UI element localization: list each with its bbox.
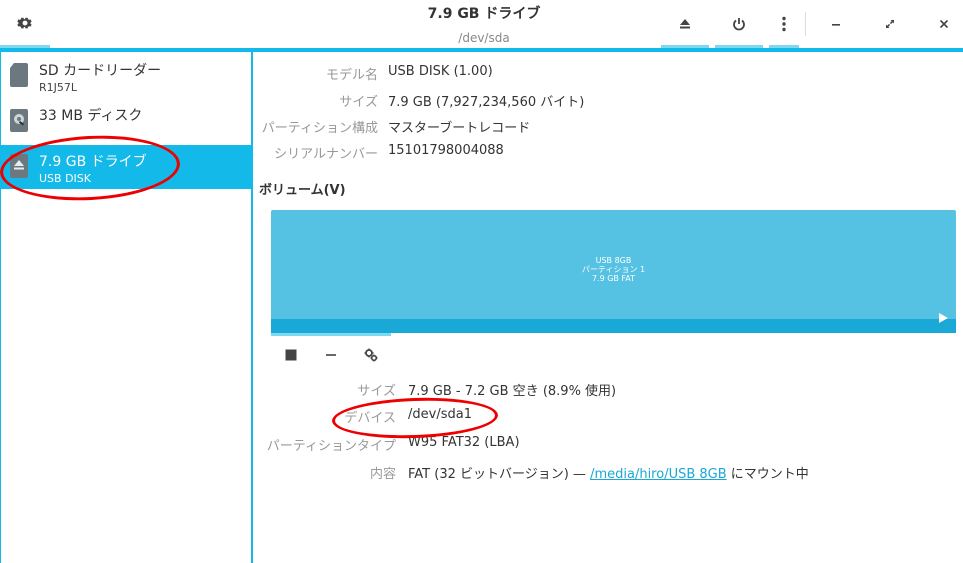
usb-drive-icon <box>10 154 28 178</box>
partition-size-row: サイズ <box>253 380 396 402</box>
maximize-icon <box>886 20 894 28</box>
stop-icon <box>285 349 297 361</box>
eject-button[interactable] <box>661 0 709 48</box>
mount-point-link[interactable]: /media/hiro/USB 8GB <box>590 467 727 482</box>
contents-filesystem: FAT (32 ビットバージョン) — <box>408 467 591 482</box>
size-label: サイズ <box>339 95 378 110</box>
partition-contents-label: 内容 <box>369 467 396 482</box>
minimize-icon <box>832 24 840 26</box>
sidebar-item-7-9gb-drive[interactable]: 7.9 GB ドライブ USB DISK <box>0 145 251 189</box>
maximize-button[interactable] <box>875 0 905 48</box>
settings-button[interactable] <box>0 0 50 48</box>
model-row: モデル名 <box>253 64 378 86</box>
partition-block-label: USB 8GB パーティション 1 7.9 GB FAT <box>271 256 956 283</box>
unmount-button[interactable] <box>280 344 302 366</box>
partitioning-value: マスターブートレコード <box>388 121 531 136</box>
minus-icon <box>326 354 336 356</box>
serial-value: 15101798004088 <box>388 143 504 158</box>
partition-contents-value: FAT (32 ビットバージョン) — /media/hiro/USB 8GB … <box>408 463 809 482</box>
minimize-button[interactable] <box>821 0 851 48</box>
partition-type-value: W95 FAT32 (LBA) <box>408 435 520 450</box>
partition-block-number: パーティション 1 <box>581 265 646 274</box>
gears-icon <box>364 348 378 362</box>
partition-type-row: パーティションタイプ <box>253 435 396 457</box>
eject-icon <box>680 19 690 29</box>
partition-device-value: /dev/sda1 <box>408 407 472 422</box>
partitioning-label: パーティション構成 <box>261 121 378 136</box>
model-value: USB DISK (1.00) <box>388 64 493 79</box>
partition-type-label: パーティションタイプ <box>266 439 396 454</box>
header-separator <box>805 12 806 36</box>
power-off-button[interactable] <box>715 0 763 48</box>
power-icon <box>733 18 745 31</box>
device-sidebar: SD カードリーダー R1J57L 33 MB ディスク 7.9 GB ドライブ… <box>0 52 251 563</box>
selected-partition-indicator <box>271 333 391 336</box>
sidebar-item-33mb-disk[interactable]: 33 MB ディスク <box>0 99 251 143</box>
play-icon[interactable] <box>936 311 950 325</box>
partition-size-label: サイズ <box>357 384 396 399</box>
sidebar-item-sublabel: USB DISK <box>39 172 91 185</box>
disk-icon <box>10 109 28 132</box>
sidebar-item-label: 33 MB ディスク <box>39 108 143 124</box>
window-title: 7.9 GB ドライブ <box>427 6 541 22</box>
partition-size-value: 7.9 GB - 7.2 GB 空き (8.9% 使用) <box>408 384 617 399</box>
close-button[interactable] <box>929 0 959 48</box>
more-options-button[interactable] <box>769 0 799 48</box>
partition-block[interactable]: USB 8GB パーティション 1 7.9 GB FAT <box>271 210 956 333</box>
window-title-area: 7.9 GB ドライブ /dev/sda <box>284 5 684 47</box>
drive-details-panel: モデル名 USB DISK (1.00) サイズ 7.9 GB (7,927,2… <box>253 52 963 563</box>
size-value: 7.9 GB (7,927,234,560 バイト) <box>388 95 585 110</box>
gear-icon <box>17 17 32 29</box>
partition-device-label: デバイス <box>344 411 396 426</box>
partition-block-size: 7.9 GB FAT <box>591 274 636 283</box>
partition-block-name: USB 8GB <box>595 256 632 265</box>
close-icon <box>939 19 949 29</box>
partition-contents-row: 内容 <box>253 463 396 485</box>
volumes-heading: ボリューム(V) <box>259 183 346 198</box>
partitioning-row: パーティション構成 <box>253 117 378 139</box>
model-label: モデル名 <box>325 68 378 83</box>
sidebar-item-label: SD カードリーダー <box>39 63 162 79</box>
sidebar-item-label: 7.9 GB ドライブ <box>39 154 147 170</box>
sd-card-icon <box>10 63 28 87</box>
partition-options-button[interactable] <box>360 344 382 366</box>
serial-label: シリアルナンバー <box>274 147 378 162</box>
sidebar-left-border <box>0 52 1 563</box>
sidebar-item-sd-card-reader[interactable]: SD カードリーダー R1J57L <box>0 54 251 98</box>
window-subtitle: /dev/sda <box>458 31 510 45</box>
serial-row: シリアルナンバー <box>253 143 378 165</box>
more-vert-icon <box>782 16 786 32</box>
delete-partition-button[interactable] <box>320 344 342 366</box>
partition-device-row: デバイス <box>253 407 396 429</box>
contents-mount-status: にマウント中 <box>726 467 809 482</box>
partition-usage-bar <box>271 319 956 333</box>
header-bar: 7.9 GB ドライブ /dev/sda <box>0 0 963 50</box>
size-row: サイズ <box>253 91 378 113</box>
sidebar-item-sublabel: R1J57L <box>39 81 78 94</box>
